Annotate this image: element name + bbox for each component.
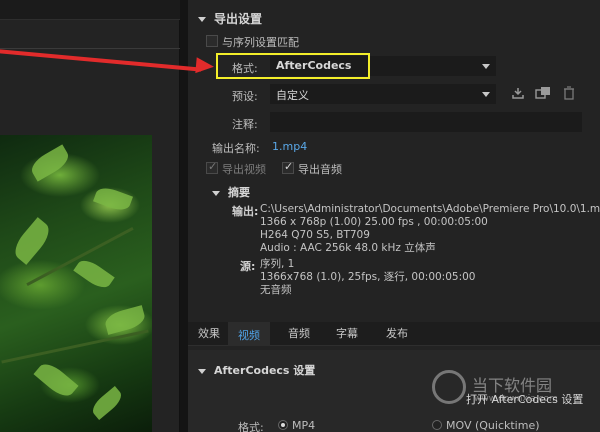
annotation-arrow-head: [195, 57, 215, 75]
pane-splitter[interactable]: [180, 0, 188, 432]
save-preset-icon[interactable]: [510, 86, 526, 102]
chevron-down-icon: [482, 92, 490, 97]
watermark-cn: 当下软件园: [472, 376, 553, 395]
summary-output-audio: Audio : AAC 256k 48.0 kHz 立体声: [260, 242, 436, 254]
format-mp4-radio[interactable]: [278, 420, 288, 430]
video-preview-image: [0, 135, 152, 432]
summary-output-codec: H264 Q70 S5, BT709: [260, 229, 370, 241]
format-mp4-label: MP4: [292, 419, 316, 432]
export-audio-checkbox[interactable]: [282, 160, 294, 174]
summary-header[interactable]: 摘要: [212, 184, 250, 200]
tab-effects[interactable]: 效果: [188, 322, 230, 346]
preview-topbar: [0, 0, 180, 20]
export-video-checkbox[interactable]: [206, 160, 218, 174]
comment-input[interactable]: [270, 112, 582, 132]
summary-output-path: C:\Users\Administrator\Documents\Adobe\P…: [260, 203, 600, 215]
trash-icon[interactable]: [561, 86, 577, 102]
collapse-triangle-icon: [198, 17, 206, 22]
export-settings-header[interactable]: 导出设置: [198, 10, 262, 27]
tab-publish[interactable]: 发布: [376, 322, 418, 346]
watermark-en: www.downxia.com: [474, 394, 558, 404]
format-highlight-box: [216, 53, 370, 79]
aftercodecs-format-label: 格式:: [238, 421, 264, 432]
match-sequence-label: 与序列设置匹配: [222, 36, 299, 49]
summary-output-label: 输出:: [232, 205, 259, 218]
summary-source-sequence: 序列, 1: [260, 258, 295, 270]
collapse-triangle-icon: [198, 368, 206, 374]
tab-audio[interactable]: 音频: [278, 322, 320, 346]
watermark-logo-icon: [432, 370, 466, 404]
export-audio-label: 导出音频: [298, 163, 342, 176]
tab-captions[interactable]: 字幕: [326, 322, 368, 346]
summary-output-video: 1366 x 768p (1.00) 25.00 fps , 00:00:05:…: [260, 216, 488, 228]
summary-source-video: 1366x768 (1.0), 25fps, 逐行, 00:00:05:00: [260, 271, 476, 283]
summary-source-label: 源:: [240, 260, 256, 273]
preset-label: 预设:: [232, 90, 258, 103]
preset-dropdown[interactable]: 自定义: [270, 84, 496, 104]
chevron-down-icon: [482, 64, 490, 69]
format-mov-radio[interactable]: [432, 420, 442, 430]
format-mov-label: MOV (Quicktime): [446, 419, 540, 432]
export-video-label: 导出视频: [222, 163, 266, 176]
summary-source-audio: 无音频: [260, 284, 292, 296]
summary-source-block: 序列, 1 1366x768 (1.0), 25fps, 逐行, 00:00:0…: [260, 258, 475, 297]
comment-label: 注释:: [232, 118, 258, 131]
output-name-link[interactable]: 1.mp4: [272, 140, 307, 153]
tab-video[interactable]: 视频: [228, 322, 270, 346]
output-name-label: 输出名称:: [212, 142, 260, 155]
collapse-triangle-icon: [212, 190, 220, 196]
preview-divider: [0, 48, 180, 49]
summary-output-block: C:\Users\Administrator\Documents\Adobe\P…: [260, 203, 600, 255]
aftercodecs-settings-header[interactable]: AfterCodecs 设置: [198, 362, 315, 378]
import-preset-icon[interactable]: [535, 86, 551, 102]
watermark: 当下软件园 www.downxia.com: [432, 370, 582, 420]
match-sequence-checkbox[interactable]: [206, 35, 218, 47]
preset-value: 自定义: [276, 89, 309, 102]
